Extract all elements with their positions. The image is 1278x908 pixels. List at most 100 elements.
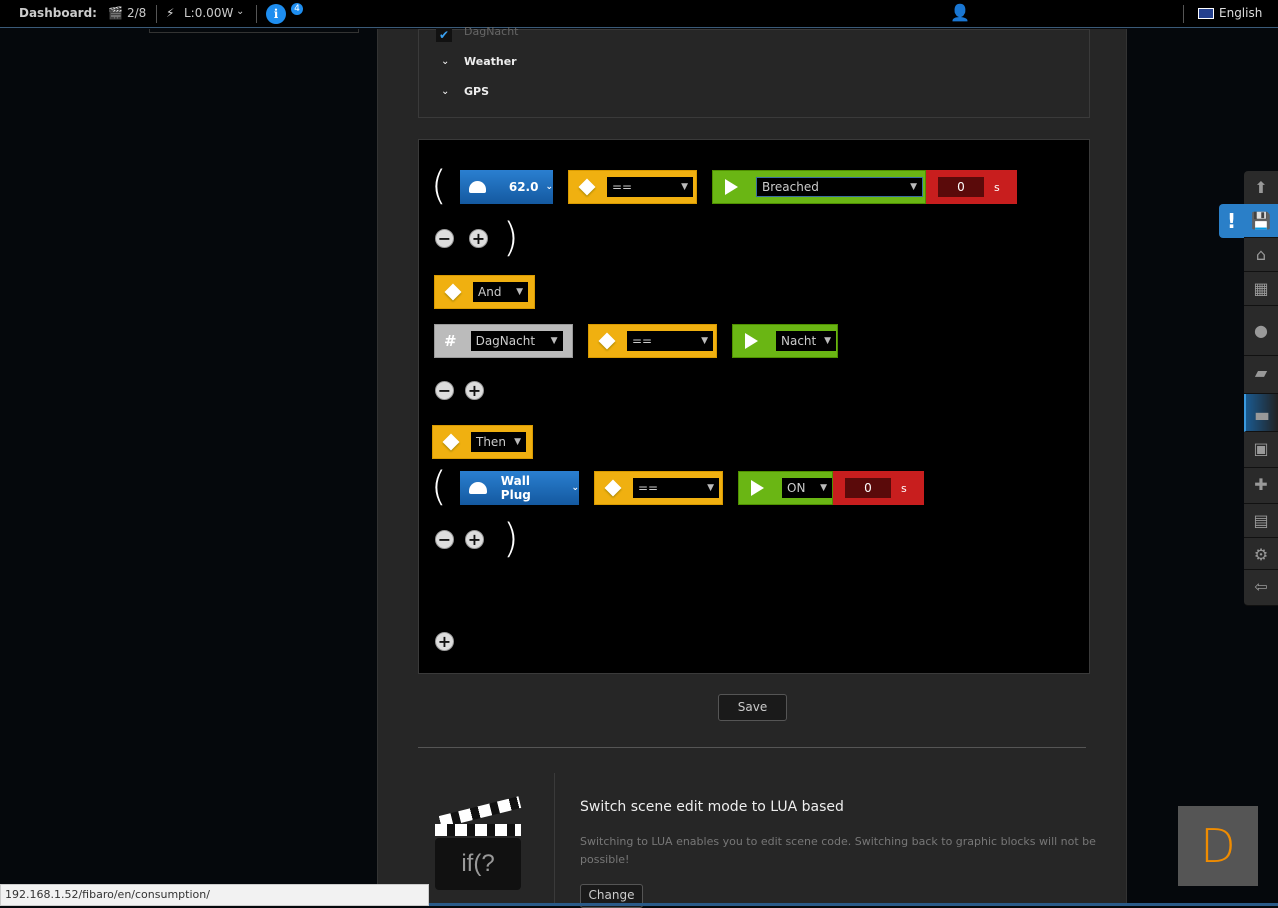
remove-condition-button[interactable]: − [435, 381, 454, 400]
lightbulb-icon[interactable]: ● [1244, 306, 1278, 356]
value-text: ON [787, 481, 806, 495]
play-icon [751, 480, 764, 496]
then-select[interactable]: Then ▼ [471, 432, 526, 452]
scenes-icon[interactable]: 🎬 [108, 6, 123, 20]
power-reading[interactable]: L:0.00W [184, 6, 233, 20]
checked-item-label: DagNacht [464, 25, 519, 38]
device-select[interactable]: Wall Plug ⌄ [460, 471, 579, 505]
chevron-down-icon: ⌄ [571, 483, 579, 493]
operator-select[interactable]: == ▼ [627, 331, 713, 351]
home-icon[interactable]: ⌂ [1244, 238, 1278, 272]
variable-list: ✔ DagNacht ⌄ Weather ⌄ GPS [418, 25, 1090, 118]
lua-scene-icon: if(? [433, 796, 522, 892]
dashboard-label: Dashboard: [19, 6, 97, 20]
backup-icon[interactable]: ▣ [1244, 432, 1278, 468]
chevron-down-icon[interactable]: ⌄ [441, 86, 449, 97]
chevron-down-icon: ⌄ [545, 182, 553, 192]
info-icon[interactable]: i [266, 4, 286, 24]
info-badge: 4 [291, 3, 303, 15]
save-icon[interactable]: 💾 [1244, 204, 1278, 238]
logic-select[interactable]: And ▼ [473, 282, 528, 302]
chevron-down-icon[interactable]: ⌄ [441, 56, 449, 67]
add-action-button[interactable]: + [465, 530, 484, 549]
add-block-button[interactable]: + [435, 632, 454, 651]
save-button[interactable]: Save [718, 694, 787, 721]
calendar-icon[interactable]: ▤ [1244, 504, 1278, 538]
value-block: Nacht ▼ [732, 324, 838, 358]
settings-icon[interactable]: ⚙ [1244, 538, 1278, 570]
divider [418, 747, 1086, 748]
scenes-icon[interactable]: ▰ [1244, 356, 1278, 394]
user-icon[interactable]: 👤 [950, 3, 970, 22]
play-icon [725, 179, 738, 195]
device-value: 62.0 [508, 180, 539, 194]
operator-select[interactable]: == ▼ [607, 177, 693, 197]
rooms-icon[interactable]: ▦ [1244, 272, 1278, 306]
operator-value: == [612, 180, 633, 194]
open-paren: ( [431, 464, 447, 510]
logic-value: And [478, 285, 502, 299]
operator-block: == ▼ [588, 324, 717, 358]
variable-value: DagNacht [475, 334, 536, 348]
lua-icon-text: if(? [435, 838, 521, 890]
alert-tab[interactable]: ! [1219, 204, 1244, 238]
open-paren: ( [431, 163, 447, 209]
play-icon [745, 333, 758, 349]
scroll-up-icon[interactable]: ⬆ [1244, 171, 1278, 205]
add-condition-button[interactable]: + [469, 229, 488, 248]
diamond-icon [578, 178, 596, 196]
value-block: ON ▼ [738, 471, 833, 505]
device-value: Wall Plug [500, 474, 531, 502]
top-bar: Dashboard: 🎬 2/8 ⚡ L:0.00W ⌄ i 4 👤 Engli… [0, 0, 1278, 28]
chevron-down-icon[interactable]: ⌄ [236, 6, 244, 17]
value-text: Nacht [781, 334, 817, 348]
power-icon[interactable]: ⚡ [166, 6, 174, 20]
operator-block: == ▼ [594, 471, 723, 505]
operator-block: == ▼ [568, 170, 697, 204]
operator-select[interactable]: == ▼ [633, 478, 719, 498]
dropdown-remnant [149, 29, 359, 33]
delay-input[interactable]: 0 [938, 177, 984, 197]
diamond-icon [598, 332, 616, 350]
then-value: Then [476, 435, 506, 449]
value-select[interactable]: Nacht ▼ [776, 331, 836, 351]
list-item-gps[interactable]: GPS [464, 85, 489, 98]
value-text: Breached [762, 180, 819, 194]
variable-block: # DagNacht ▼ [434, 324, 573, 358]
and-block: And ▼ [434, 275, 535, 309]
logout-icon[interactable]: ⇦ [1244, 570, 1278, 606]
remove-action-button[interactable]: − [435, 530, 454, 549]
hash-icon: # [444, 332, 457, 350]
close-paren: ) [503, 516, 519, 562]
lua-description: Switching to LUA enables you to edit sce… [580, 835, 1096, 866]
language-selector[interactable]: English [1219, 6, 1262, 20]
scenes-count[interactable]: 2/8 [127, 6, 146, 20]
operator-value: == [632, 334, 653, 348]
value-select[interactable]: Breached ▼ [756, 177, 923, 197]
delay-block: 0 s [833, 471, 924, 505]
scene-blocks-area [418, 139, 1090, 674]
sensor-icon [469, 482, 487, 494]
then-block: Then ▼ [432, 425, 533, 459]
add-condition-button[interactable]: + [465, 381, 484, 400]
variable-select[interactable]: DagNacht ▼ [470, 331, 563, 351]
consumption-icon[interactable]: ▃ [1244, 394, 1278, 432]
operator-value: == [638, 481, 659, 495]
value-select[interactable]: ON ▼ [782, 478, 832, 498]
sensor-icon [469, 181, 486, 193]
delay-unit: s [901, 481, 907, 495]
list-item-weather[interactable]: Weather [464, 55, 517, 68]
uk-flag-icon[interactable] [1198, 8, 1214, 19]
device-select[interactable]: 62.0 ⌄ [460, 170, 553, 204]
remove-condition-button[interactable]: − [435, 229, 454, 248]
checkbox[interactable]: ✔ [436, 28, 452, 42]
diamond-icon [442, 433, 460, 451]
delay-unit: s [994, 180, 1000, 194]
lua-title: Switch scene edit mode to LUA based [580, 799, 844, 815]
corner-badge[interactable]: D [1178, 806, 1258, 886]
value-block: Breached ▼ [712, 170, 926, 204]
plugins-icon[interactable]: ✚ [1244, 468, 1278, 504]
delay-input[interactable]: 0 [845, 478, 891, 498]
diamond-icon [604, 479, 622, 497]
close-paren: ) [503, 215, 519, 261]
